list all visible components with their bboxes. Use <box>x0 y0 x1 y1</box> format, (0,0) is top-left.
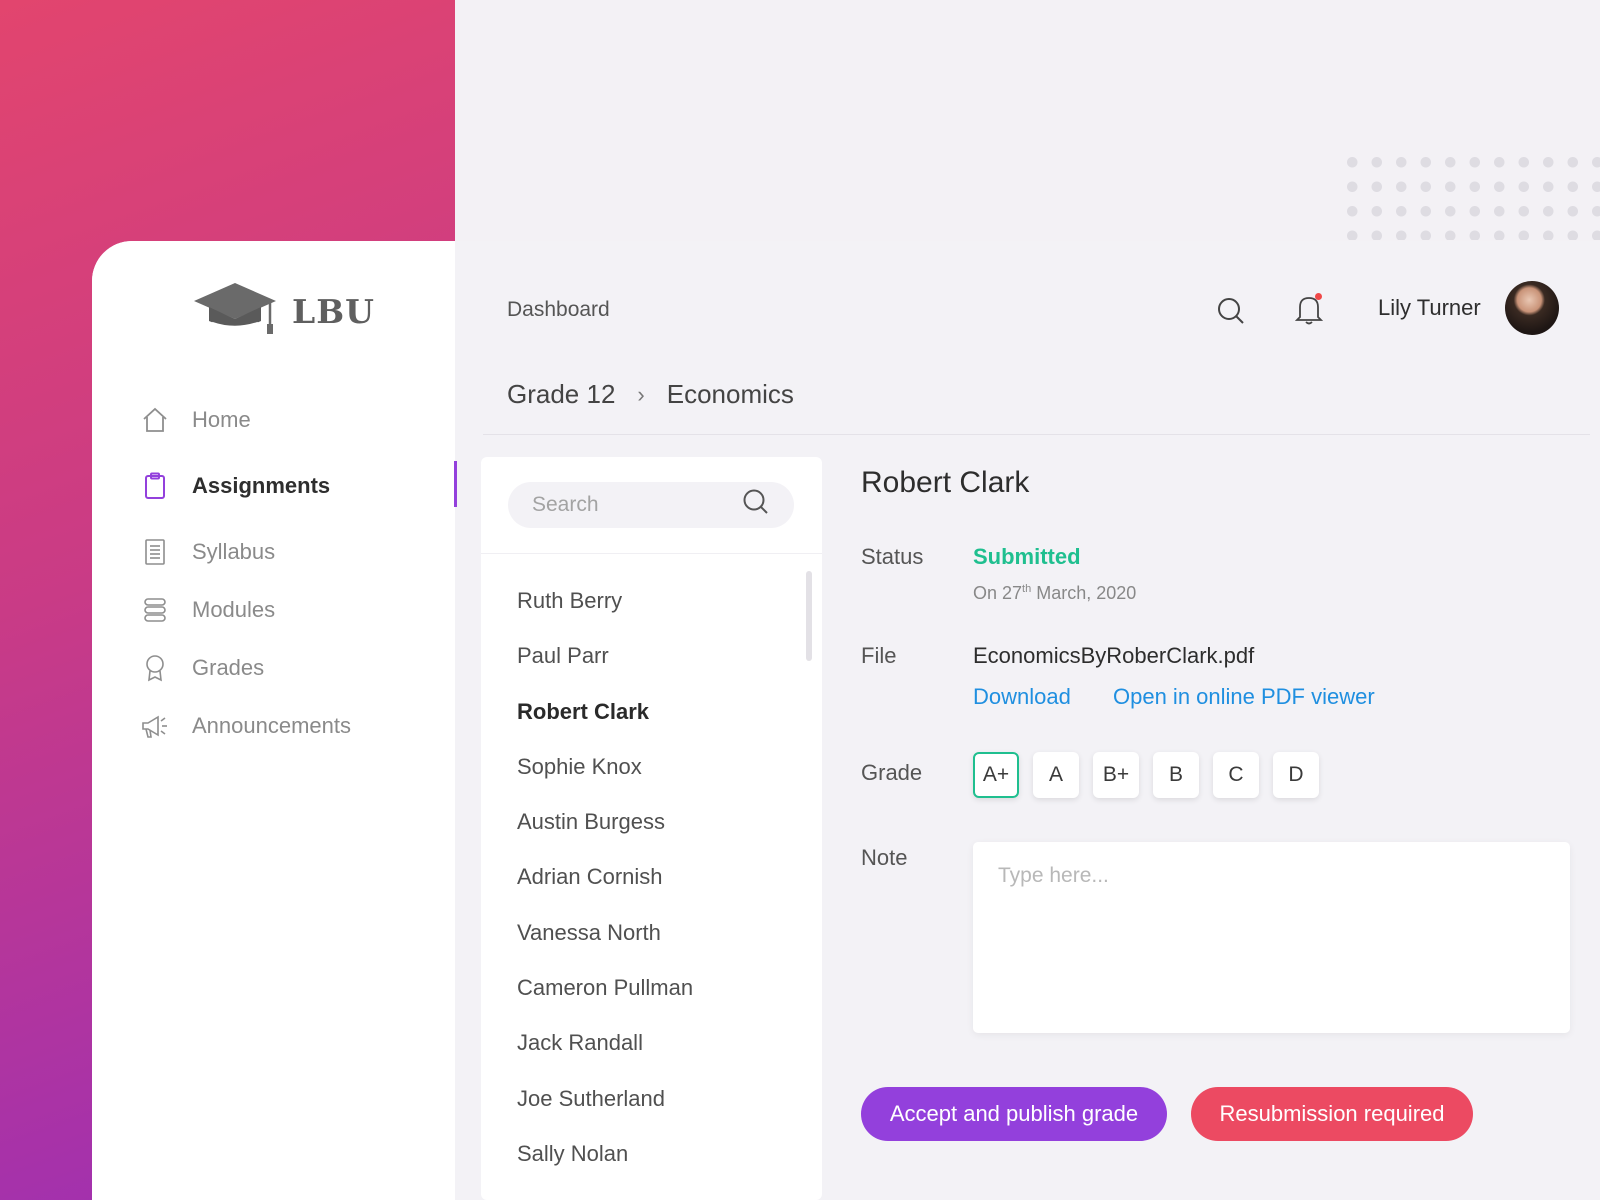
sidebar-item-home[interactable]: Home <box>140 391 455 449</box>
avatar[interactable] <box>1505 281 1559 335</box>
home-icon <box>140 405 170 435</box>
list-item[interactable]: Sally Nolan <box>517 1126 693 1181</box>
grade-selector: A+ A B+ B C D <box>973 752 1333 798</box>
sidebar-item-label: Home <box>192 407 251 432</box>
student-name-heading: Robert Clark <box>861 466 1030 499</box>
search-input[interactable]: Search <box>508 482 794 528</box>
sidebar-item-label: Grades <box>192 655 265 680</box>
list-item[interactable]: Paul Parr <box>517 628 693 683</box>
app-window: LBU Home Assignments Syllabus Modules Gr… <box>92 241 1600 1200</box>
list-item[interactable]: Sophie Knox <box>517 739 693 794</box>
note-label: Note <box>861 845 908 870</box>
notification-bell-icon[interactable] <box>1294 293 1324 330</box>
megaphone-icon <box>140 711 170 741</box>
student-list: Ruth Berry Paul Parr Robert Clark Sophie… <box>517 573 693 1181</box>
notification-badge <box>1315 293 1322 300</box>
grade-label: Grade <box>861 760 923 785</box>
open-pdf-viewer-link[interactable]: Open in online PDF viewer <box>1113 684 1375 710</box>
file-name: EconomicsByRoberClark.pdf <box>973 643 1255 668</box>
clipboard-icon <box>140 471 170 501</box>
divider <box>481 553 822 554</box>
list-item[interactable]: Vanessa North <box>517 905 693 960</box>
breadcrumb: Grade 12 › Economics <box>507 379 794 410</box>
note-placeholder: Type here... <box>998 864 1109 887</box>
decorative-dots <box>1340 150 1600 240</box>
graduation-cap-icon <box>192 281 278 342</box>
search-icon[interactable] <box>742 488 770 522</box>
stack-icon <box>140 595 170 625</box>
file-label: File <box>861 643 897 668</box>
list-item[interactable]: Jack Randall <box>517 1015 693 1070</box>
grade-option-a-plus[interactable]: A+ <box>973 752 1019 798</box>
sidebar-item-label: Modules <box>192 597 276 622</box>
sidebar-item-label: Assignments <box>192 473 331 498</box>
sidebar-item-announcements[interactable]: Announcements <box>140 697 455 755</box>
list-item[interactable]: Ruth Berry <box>517 573 693 628</box>
list-item[interactable]: Adrian Cornish <box>517 849 693 904</box>
chevron-right-icon: › <box>637 381 645 407</box>
accept-publish-button[interactable]: Accept and publish grade <box>861 1087 1167 1141</box>
award-icon <box>140 653 170 683</box>
user-name[interactable]: Lily Turner <box>1378 295 1481 321</box>
search-placeholder: Search <box>532 493 599 516</box>
submission-date: On 27th March, 2020 <box>973 583 1137 603</box>
status-badge: Submitted <box>973 544 1081 569</box>
grade-option-b-plus[interactable]: B+ <box>1093 752 1139 798</box>
page-title[interactable]: Dashboard <box>507 298 610 322</box>
breadcrumb-subject: Economics <box>666 379 794 409</box>
resubmission-required-button[interactable]: Resubmission required <box>1191 1087 1473 1141</box>
grade-option-a[interactable]: A <box>1033 752 1079 798</box>
sidebar-item-label: Syllabus <box>192 539 276 564</box>
download-link[interactable]: Download <box>973 684 1071 710</box>
main-content: Dashboard Lily Turner Grade 12 › Economi… <box>455 241 1600 1200</box>
breadcrumb-grade[interactable]: Grade 12 <box>507 379 615 410</box>
grade-option-c[interactable]: C <box>1213 752 1259 798</box>
sidebar-item-syllabus[interactable]: Syllabus <box>140 523 455 581</box>
list-item[interactable]: Cameron Pullman <box>517 960 693 1015</box>
sidebar-nav: Home Assignments Syllabus Modules Grades… <box>140 391 457 755</box>
divider <box>483 434 1590 435</box>
search-icon[interactable] <box>1216 296 1246 331</box>
student-list-panel: Search Ruth Berry Paul Parr Robert Clark… <box>481 457 822 1200</box>
sidebar-item-grades[interactable]: Grades <box>140 639 455 697</box>
list-item-selected[interactable]: Robert Clark <box>517 684 693 739</box>
grade-option-b[interactable]: B <box>1153 752 1199 798</box>
grade-option-d[interactable]: D <box>1273 752 1319 798</box>
status-label: Status <box>861 544 924 569</box>
logo[interactable]: LBU <box>192 281 375 342</box>
scrollbar[interactable] <box>806 571 812 661</box>
sidebar-item-modules[interactable]: Modules <box>140 581 455 639</box>
list-item[interactable]: Joe Sutherland <box>517 1071 693 1126</box>
sidebar: LBU Home Assignments Syllabus Modules Gr… <box>92 241 457 1200</box>
sidebar-item-assignments[interactable]: Assignments <box>140 449 457 523</box>
note-textarea[interactable]: Type here... <box>973 842 1570 1033</box>
document-icon <box>140 537 170 567</box>
sidebar-item-label: Announcements <box>192 713 351 738</box>
brand-name: LBU <box>292 292 375 331</box>
list-item[interactable]: Austin Burgess <box>517 794 693 849</box>
